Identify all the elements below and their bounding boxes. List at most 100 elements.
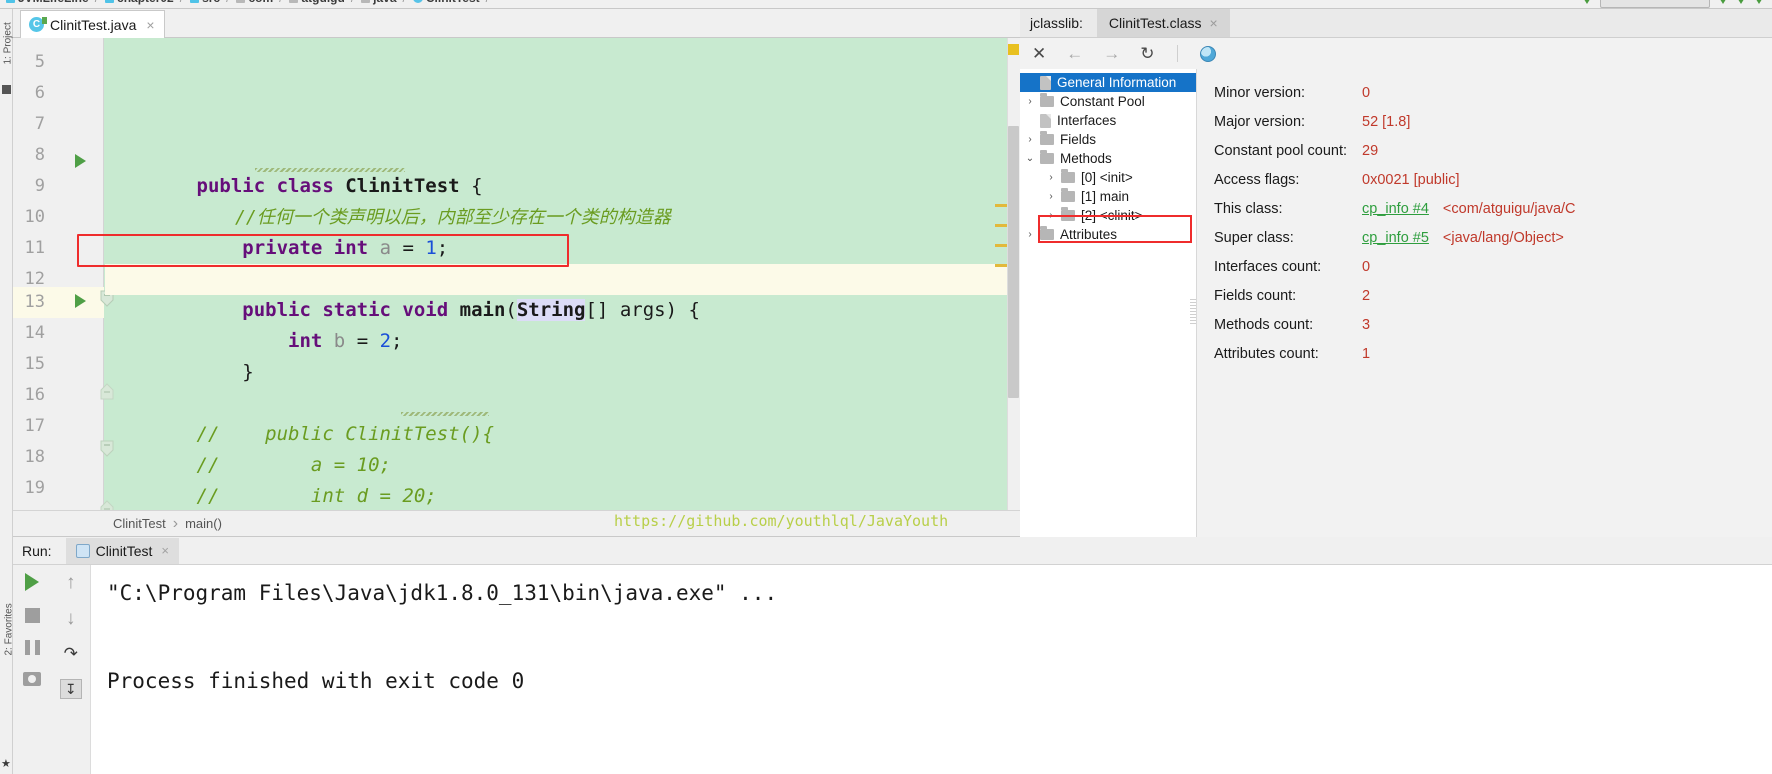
- scroll-up-icon[interactable]: ↑: [66, 573, 76, 592]
- sidebar-item-project[interactable]: 1: Project: [3, 21, 14, 64]
- tree-node-interfaces[interactable]: › Interfaces: [1020, 111, 1196, 130]
- run-tool-window: ↑ ↓ ↷ ↧ "C:\Program Files\Java\jdk1.8.0_…: [13, 565, 1772, 774]
- tree-node-label: Fields: [1060, 132, 1097, 147]
- tree-node-method-init[interactable]: › [0] <init>: [1020, 168, 1196, 187]
- warning-marker[interactable]: [995, 244, 1007, 247]
- code-line[interactable]: private int a = 1;: [105, 202, 1020, 259]
- warning-marker[interactable]: [995, 224, 1007, 227]
- run-tab-clinittest[interactable]: ClinitTest ×: [65, 537, 179, 564]
- breadcrumb-item-jvmlifeline[interactable]: JVMLifeLine /: [6, 0, 101, 5]
- code-editor[interactable]: 4 5 6 7 8 9 10 11 12 13 14 15 16 17 18 1…: [13, 38, 1020, 510]
- file-icon: [1040, 113, 1051, 128]
- editor-scrollbar-thumb[interactable]: [1008, 126, 1019, 398]
- editor-tab-clinittest-java[interactable]: C ClinitTest.java ×: [20, 10, 165, 38]
- warning-marker[interactable]: [995, 264, 1007, 267]
- code-line-comment[interactable]: // int d = 20;: [105, 450, 1020, 507]
- detail-key: Major version:: [1214, 114, 1306, 130]
- close-icon[interactable]: ×: [146, 17, 154, 33]
- close-icon[interactable]: ×: [161, 543, 169, 558]
- stop-icon[interactable]: [24, 608, 40, 623]
- chevron-right-icon[interactable]: ›: [1020, 229, 1040, 240]
- code-line-main[interactable]: public static void main(String[] args) {: [105, 264, 1020, 321]
- module-icon: [6, 0, 15, 3]
- jclasslib-toolbar: ✕ ← → ↻: [1020, 38, 1772, 69]
- code-line[interactable]: }: [105, 326, 1020, 383]
- split-drag-handle[interactable]: [1190, 299, 1196, 325]
- cp-info-link[interactable]: cp_info #5: [1362, 230, 1429, 246]
- package-icon: [289, 0, 299, 3]
- breadcrumb-item-src[interactable]: src /: [190, 0, 232, 5]
- code-line-comment[interactable]: // }: [105, 481, 1020, 510]
- code-line-comment[interactable]: //任何一个类声明以后，内部至少存在一个类的构造器: [105, 171, 1020, 228]
- console-output[interactable]: "C:\Program Files\Java\jdk1.8.0_131\bin\…: [91, 565, 1772, 774]
- breadcrumb-item-clinittest[interactable]: ClinitTest /: [412, 0, 492, 5]
- tree-node-label: Interfaces: [1057, 113, 1117, 128]
- jclasslib-tab-bar: jclasslib: ClinitTest.class ×: [1020, 9, 1772, 38]
- browse-icon[interactable]: [1199, 45, 1216, 62]
- code-line-empty[interactable]: [105, 357, 1020, 388]
- scroll-to-end-icon[interactable]: ↧: [59, 679, 82, 699]
- tree-node-general-information[interactable]: General Information: [1020, 73, 1196, 92]
- folder-icon: [1040, 150, 1054, 164]
- close-icon[interactable]: ×: [1210, 15, 1218, 31]
- breadcrumb-class[interactable]: ClinitTest: [113, 516, 166, 531]
- code-line[interactable]: public class ClinitTest {: [105, 140, 1020, 197]
- run-button-icon[interactable]: [1718, 0, 1728, 4]
- forward-icon[interactable]: →: [1103, 44, 1120, 64]
- pause-icon[interactable]: [24, 640, 40, 655]
- back-icon[interactable]: ←: [1066, 44, 1083, 64]
- package-icon: [236, 0, 246, 3]
- detail-value: <java/lang/Object>: [1442, 230, 1564, 246]
- tree-node-label: Constant Pool: [1060, 94, 1145, 109]
- chevron-right-icon[interactable]: ›: [1020, 96, 1040, 107]
- run-gutter-icon[interactable]: [75, 154, 86, 168]
- run-configuration-selector[interactable]: [1600, 0, 1710, 8]
- editor-text-area[interactable]: public class ClinitTest { //任何一个类声明以后，内部…: [105, 38, 1020, 510]
- tree-node-method-main[interactable]: › [1] main: [1020, 187, 1196, 206]
- chevron-right-icon[interactable]: ›: [1041, 172, 1061, 183]
- code-line-comment[interactable]: // a = 10;: [105, 419, 1020, 476]
- code-line-comment[interactable]: // public ClinitTest(){: [105, 388, 1020, 445]
- breadcrumb-label: chapter02: [117, 0, 174, 5]
- breadcrumb-item-com[interactable]: com /: [236, 0, 285, 5]
- breadcrumb-separator: /: [279, 0, 282, 5]
- debug-button-icon[interactable]: [1736, 0, 1746, 4]
- code-line[interactable]: int b = 2;: [105, 295, 1020, 352]
- file-icon: [1040, 75, 1051, 90]
- inspection-status-icon[interactable]: [1008, 44, 1019, 55]
- tree-node-constant-pool[interactable]: › Constant Pool: [1020, 92, 1196, 111]
- run-icon[interactable]: [25, 573, 40, 591]
- breadcrumb-method[interactable]: main(): [185, 516, 222, 531]
- soft-wrap-icon[interactable]: ↷: [64, 645, 78, 662]
- spellcheck-squiggle: [401, 412, 489, 416]
- editor-gutter[interactable]: 4 5 6 7 8 9 10 11 12 13 14 15 16 17 18 1…: [13, 38, 114, 510]
- line-number: 18: [24, 447, 45, 467]
- detail-row: Minor version: 0: [1214, 85, 1772, 114]
- jclasslib-tree[interactable]: General Information › Constant Pool › In…: [1020, 69, 1197, 537]
- chevron-right-icon[interactable]: ›: [1020, 134, 1040, 145]
- breadcrumb-item-atguigu[interactable]: atguigu /: [289, 0, 357, 5]
- breadcrumb-separator: /: [403, 0, 406, 5]
- editor-marker-bar[interactable]: [1007, 38, 1020, 510]
- tree-node-fields[interactable]: › Fields: [1020, 130, 1196, 149]
- run-icon[interactable]: [1582, 0, 1592, 4]
- run-gutter-icon[interactable]: [75, 294, 86, 308]
- breadcrumb-item-chapter02[interactable]: chapter02 /: [105, 0, 186, 5]
- reload-icon[interactable]: ↻: [1140, 44, 1154, 64]
- detail-key: Fields count:: [1214, 288, 1297, 304]
- more-run-icon[interactable]: [1754, 0, 1764, 4]
- close-icon[interactable]: ✕: [1032, 44, 1046, 64]
- warning-marker[interactable]: [995, 204, 1007, 207]
- scroll-down-icon[interactable]: ↓: [66, 609, 76, 628]
- cp-info-link[interactable]: cp_info #4: [1362, 201, 1429, 217]
- chevron-down-icon[interactable]: ⌄: [1020, 153, 1040, 164]
- chevron-right-icon[interactable]: ›: [1041, 191, 1061, 202]
- breadcrumb-item-java[interactable]: java /: [361, 0, 409, 5]
- jclasslib-tab-clinittest-class[interactable]: ClinitTest.class ×: [1096, 9, 1230, 37]
- console-line: "C:\Program Files\Java\jdk1.8.0_131\bin\…: [107, 573, 1772, 617]
- screenshot-icon[interactable]: [23, 672, 42, 686]
- project-icon: [2, 85, 11, 94]
- tree-node-methods[interactable]: ⌄ Methods: [1020, 149, 1196, 168]
- code-line-static-field[interactable]: private static int c = 3;: [105, 233, 1020, 290]
- detail-value: 0: [1362, 85, 1371, 101]
